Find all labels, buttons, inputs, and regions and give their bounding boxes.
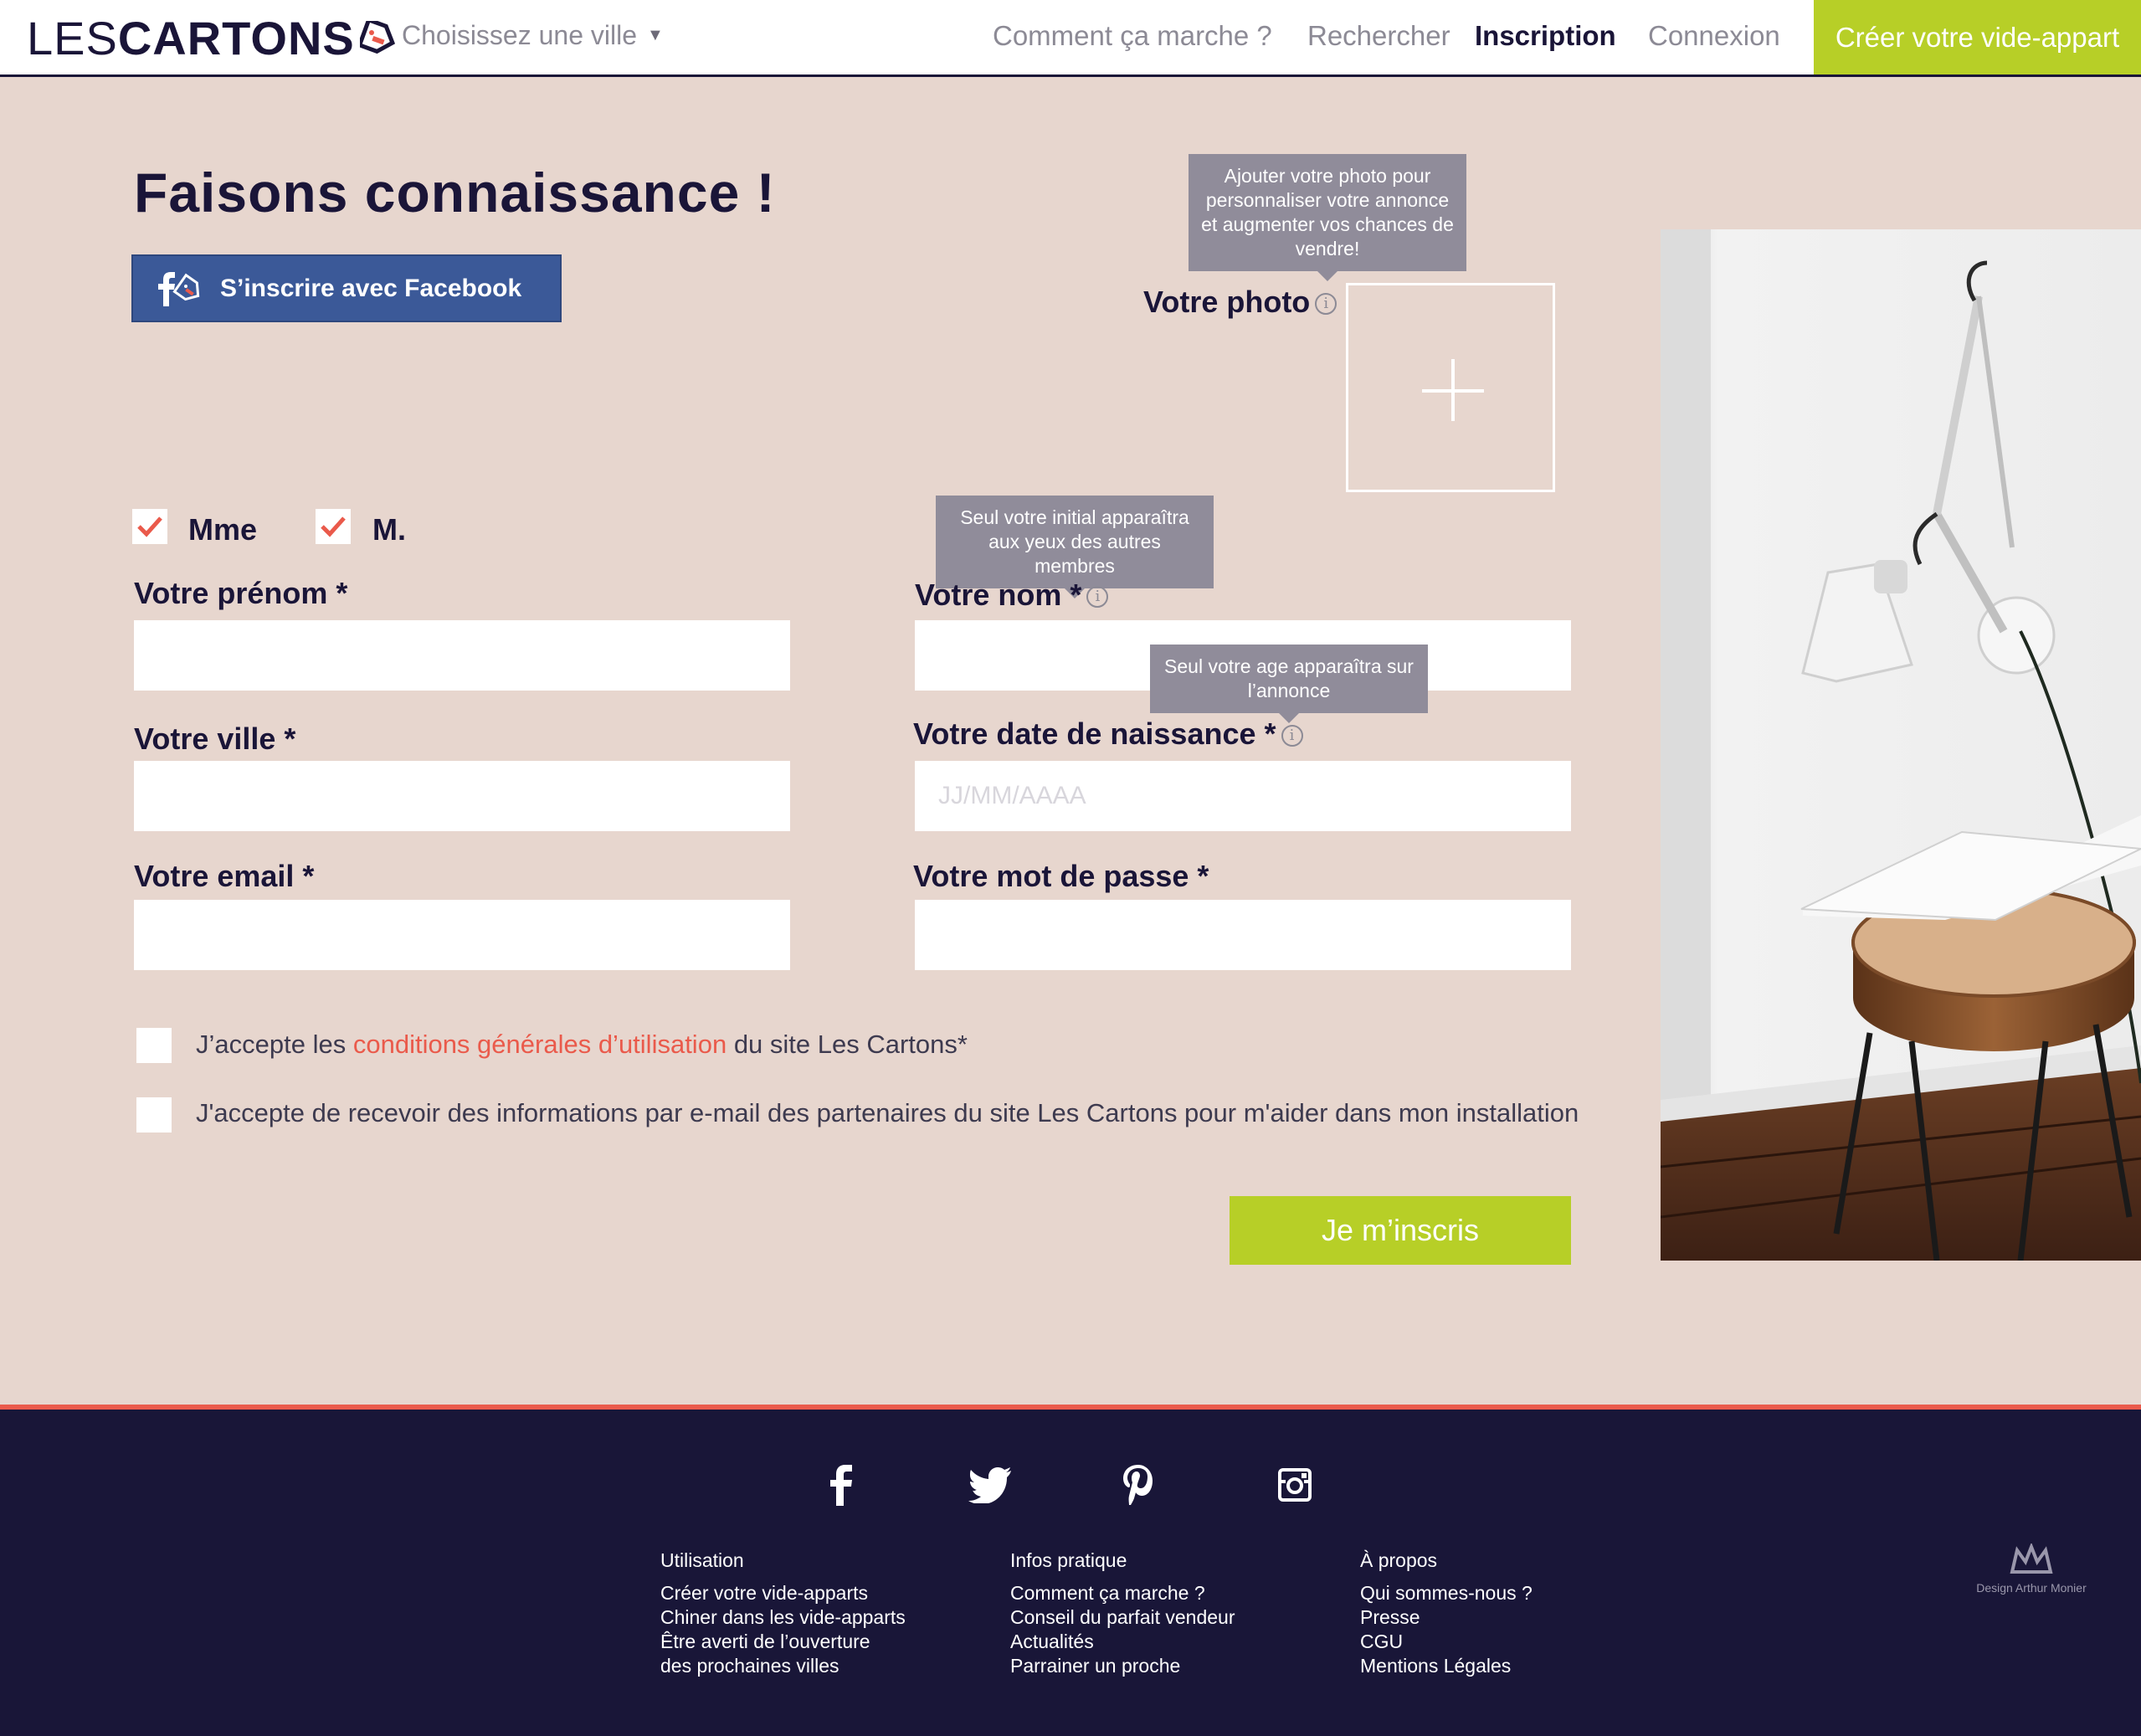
cgu-link[interactable]: conditions générales d’utilisation: [353, 1030, 727, 1059]
firstname-label: Votre prénom *: [134, 576, 348, 610]
footer-link[interactable]: CGU: [1360, 1630, 1533, 1654]
footer-link[interactable]: Qui sommes-nous ?: [1360, 1581, 1533, 1605]
photo-tooltip: Ajouter votre photo pour personnaliser v…: [1189, 154, 1466, 281]
info-icon[interactable]: i: [1281, 725, 1303, 747]
lamp-and-stool-illustration: [1661, 229, 2141, 1261]
photo-label: Votre photo i: [1143, 285, 1337, 320]
create-vide-appart-button[interactable]: Créer votre vide-appart: [1814, 0, 2141, 74]
footer-link[interactable]: Actualités: [1010, 1630, 1235, 1654]
city-input[interactable]: [134, 761, 790, 831]
crown-logo-icon: [2010, 1542, 2053, 1574]
footer-link[interactable]: Conseil du parfait vendeur: [1010, 1605, 1235, 1630]
cgu-consent-text: J’accepte les conditions générales d’uti…: [196, 1030, 968, 1060]
submit-button[interactable]: Je m’inscris: [1230, 1196, 1571, 1265]
footer: Utilisation Créer votre vide-apparts Chi…: [0, 1405, 2141, 1736]
chevron-down-icon: ▼: [647, 26, 664, 44]
footer-column-about: À propos Qui sommes-nous ? Presse CGU Me…: [1360, 1549, 1533, 1678]
nav-signup[interactable]: Inscription: [1475, 20, 1616, 52]
cgu-prefix: J’accepte les: [196, 1030, 347, 1059]
footer-link[interactable]: Mentions Légales: [1360, 1654, 1533, 1678]
top-navbar: LES CARTONS Choisissez une ville ▼ Commen…: [0, 0, 2141, 77]
gender-mme-checkbox[interactable]: [132, 509, 167, 544]
logo-text-bold: CARTONS: [117, 11, 355, 64]
city-dropdown-label: Choisissez une ville: [402, 20, 638, 50]
footer-link[interactable]: Presse: [1360, 1605, 1533, 1630]
footer-column-usage: Utilisation Créer votre vide-apparts Chi…: [660, 1549, 906, 1678]
footer-column-info: Infos pratique Comment ça marche ? Conse…: [1010, 1549, 1235, 1678]
birthdate-label: Votre date de naissance * i: [913, 716, 1303, 752]
cgu-checkbox[interactable]: [136, 1028, 172, 1063]
partners-checkbox[interactable]: [136, 1097, 172, 1133]
cgu-suffix: du site Les Cartons*: [733, 1030, 968, 1059]
pinterest-icon[interactable]: [1113, 1460, 1163, 1510]
footer-link[interactable]: Comment ça marche ?: [1010, 1581, 1235, 1605]
gender-m-label: M.: [372, 512, 406, 547]
nav-how-it-works[interactable]: Comment ça marche ?: [993, 20, 1272, 52]
page-title: Faisons connaissance !: [134, 162, 776, 223]
designer-credit: Design Arthur Monier: [1969, 1542, 2094, 1595]
birthdate-label-text: Votre date de naissance *: [913, 716, 1276, 751]
info-icon[interactable]: i: [1315, 293, 1337, 316]
price-tag-icon: [359, 21, 395, 54]
nav-search[interactable]: Rechercher: [1307, 20, 1450, 52]
checkmark-icon: [321, 516, 346, 537]
photo-label-text: Votre photo: [1143, 285, 1311, 319]
partners-consent-text: J'accepte de recevoir des informations p…: [196, 1098, 1579, 1127]
photo-upload-box[interactable]: [1346, 283, 1555, 492]
birthdate-input[interactable]: [915, 761, 1571, 831]
info-icon[interactable]: i: [1086, 586, 1109, 609]
twitter-icon[interactable]: [965, 1460, 1015, 1510]
gender-m-checkbox[interactable]: [316, 509, 351, 544]
lastname-label: Votre nom * i: [915, 578, 1109, 613]
firstname-input[interactable]: [134, 620, 790, 691]
checkmark-icon: [137, 516, 162, 537]
city-label: Votre ville *: [134, 722, 296, 756]
decor-photo: [1661, 229, 2141, 1261]
city-dropdown[interactable]: Choisissez une ville ▼: [402, 20, 664, 51]
facebook-signup-label: S’inscrire avec Facebook: [220, 274, 522, 302]
footer-link[interactable]: Chiner dans les vide-apparts: [660, 1605, 906, 1630]
password-label: Votre mot de passe *: [913, 859, 1209, 893]
facebook-signup-button[interactable]: S’inscrire avec Facebook: [131, 254, 562, 322]
footer-column-title: Utilisation: [660, 1549, 744, 1571]
instagram-icon[interactable]: [1270, 1460, 1320, 1510]
footer-link[interactable]: Être averti de l’ouverture: [660, 1630, 906, 1654]
footer-link[interactable]: Parrainer un proche: [1010, 1654, 1235, 1678]
email-label: Votre email *: [134, 859, 315, 893]
facebook-icon: [151, 270, 203, 308]
facebook-icon[interactable]: [817, 1460, 867, 1510]
email-input[interactable]: [134, 900, 790, 970]
lastname-label-text: Votre nom *: [915, 578, 1082, 612]
nav-login[interactable]: Connexion: [1648, 20, 1780, 52]
name-tooltip: Seul votre initial apparaîtra aux yeux d…: [936, 496, 1214, 598]
footer-column-title: Infos pratique: [1010, 1549, 1127, 1571]
logo-text-light: LES: [27, 11, 118, 64]
footer-link[interactable]: Créer votre vide-apparts: [660, 1581, 906, 1605]
designer-credit-text: Design Arthur Monier: [1976, 1581, 2087, 1595]
password-input[interactable]: [915, 900, 1571, 970]
gender-mme-label: Mme: [188, 512, 258, 547]
footer-column-title: À propos: [1360, 1549, 1438, 1571]
age-tooltip: Seul votre age apparaîtra sur l’annonce: [1150, 645, 1428, 723]
footer-link[interactable]: des prochaines villes: [660, 1654, 906, 1678]
site-logo[interactable]: LES CARTONS: [27, 8, 397, 67]
